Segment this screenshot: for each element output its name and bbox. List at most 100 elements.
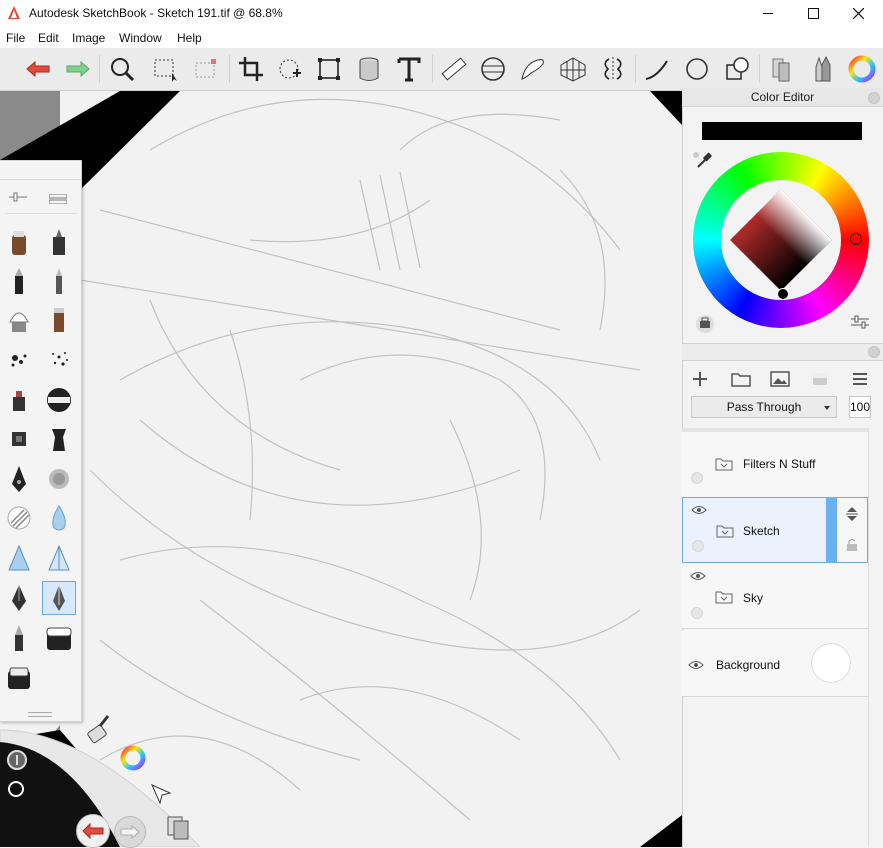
unlock-icon[interactable] <box>846 538 858 552</box>
chess-stamp-brush-icon[interactable] <box>42 422 76 456</box>
layer-row-filters[interactable]: Filters N Stuff <box>682 432 868 498</box>
brush-size-puck[interactable] <box>7 750 27 770</box>
blend-mode-select[interactable]: Pass Through <box>691 396 837 418</box>
smear-brush-icon[interactable] <box>2 541 36 575</box>
palette-resize-grip[interactable] <box>28 712 52 717</box>
perspective-transform-button[interactable] <box>312 52 346 86</box>
eye-icon[interactable] <box>691 505 707 515</box>
minimize-icon <box>763 13 773 14</box>
ballpoint-brush-icon[interactable] <box>2 265 36 299</box>
current-color-swatch[interactable] <box>702 122 862 140</box>
blur-brush-icon[interactable] <box>42 501 76 535</box>
ellipse-tool-button[interactable] <box>680 52 714 86</box>
select-button[interactable] <box>149 52 183 86</box>
layer-visibility-dot[interactable] <box>691 607 703 619</box>
shape-tool-button[interactable] <box>720 52 754 86</box>
color-sliders-icon[interactable] <box>851 315 869 332</box>
layer-editor-header[interactable] <box>682 343 883 361</box>
marker-brush-icon[interactable] <box>2 226 36 260</box>
nib-pen-brush-icon[interactable] <box>2 462 36 496</box>
menu-window[interactable]: Window <box>119 31 162 45</box>
fill-bucket-button[interactable] <box>352 52 386 86</box>
layer-row-background[interactable]: Background <box>682 630 868 697</box>
airbrush-round-icon[interactable] <box>42 383 76 417</box>
lagoon-brush-icon[interactable] <box>86 714 112 747</box>
toolbar-separator <box>99 55 100 83</box>
lagoon-select-icon[interactable] <box>149 782 173 809</box>
lagoon-undo-button[interactable] <box>76 814 110 848</box>
sharpen-brush-icon[interactable] <box>42 541 76 575</box>
soft-brush-icon[interactable] <box>2 303 36 337</box>
background-color-swatch[interactable] <box>811 643 851 683</box>
menu-image[interactable]: Image <box>72 31 105 45</box>
brushes-button[interactable] <box>804 52 838 86</box>
pencil-brush-icon[interactable] <box>42 265 76 299</box>
add-image-icon[interactable] <box>770 371 790 390</box>
menu-help[interactable]: Help <box>177 31 202 45</box>
crop-button[interactable] <box>234 52 268 86</box>
opacity-field[interactable]: 100 <box>849 396 871 418</box>
inking-pen-brush-icon[interactable] <box>42 226 76 260</box>
color-printer-icon[interactable] <box>695 314 715 337</box>
menu-file[interactable]: File <box>6 31 25 45</box>
lagoon-layers-icon[interactable] <box>166 815 192 844</box>
lagoon-redo-button[interactable] <box>114 816 146 848</box>
undo-button[interactable] <box>21 52 55 86</box>
eye-icon[interactable] <box>690 571 706 581</box>
technical-pen-brush-icon[interactable] <box>42 581 76 615</box>
ruler-button[interactable] <box>437 52 471 86</box>
stroke-tool-button[interactable] <box>640 52 674 86</box>
layer-editor-close-dot[interactable] <box>868 346 880 358</box>
zoom-icon <box>111 58 135 82</box>
airbrush-icon[interactable] <box>2 383 36 417</box>
eraser-brush-icon[interactable] <box>2 661 36 695</box>
menu-edit[interactable]: Edit <box>38 31 59 45</box>
brush-library-icon[interactable] <box>48 193 68 207</box>
text-button[interactable] <box>392 52 426 86</box>
color-editor-close-dot[interactable] <box>868 92 880 104</box>
eye-icon[interactable] <box>688 660 704 670</box>
add-layer-icon[interactable] <box>692 371 708 390</box>
reorder-layer-icon[interactable] <box>846 506 858 522</box>
splatter-brush-icon[interactable] <box>2 343 36 377</box>
speckle-brush-icon[interactable] <box>42 343 76 377</box>
zoom-button[interactable] <box>105 52 139 86</box>
maximize-button[interactable] <box>790 0 836 27</box>
gradient-eraser-icon[interactable] <box>42 621 76 655</box>
palette-drag-handle[interactable] <box>0 161 81 180</box>
ellipse-guide-button[interactable] <box>476 52 510 86</box>
layer-menu-icon[interactable] <box>852 372 868 389</box>
fine-liner-brush-icon[interactable] <box>2 621 36 655</box>
color-wheel[interactable] <box>693 152 869 328</box>
hatch-brush-icon[interactable] <box>2 501 36 535</box>
layer-row-sky[interactable]: Sky <box>682 563 868 629</box>
french-curve-button[interactable] <box>516 52 550 86</box>
lagoon-color-wheel-icon[interactable] <box>119 744 147 775</box>
brush-properties-icon[interactable] <box>9 191 27 206</box>
layer-list-scrollbar[interactable] <box>868 428 883 847</box>
square-stamp-brush-icon[interactable] <box>2 422 36 456</box>
layer-visibility-dot[interactable] <box>692 540 704 552</box>
layer-visibility-dot[interactable] <box>691 472 703 484</box>
perspective-grid-button[interactable] <box>556 52 590 86</box>
hue-marker[interactable] <box>850 233 862 245</box>
symmetry-button[interactable] <box>596 52 630 86</box>
close-button[interactable] <box>835 0 881 27</box>
calligraphy-pen-brush-icon[interactable] <box>2 581 36 615</box>
color-puck[interactable] <box>8 781 24 797</box>
window-title: Autodesk SketchBook - Sketch 191.tif @ 6… <box>29 6 283 20</box>
transform-select-button[interactable] <box>189 52 223 86</box>
redo-button[interactable] <box>61 52 95 86</box>
color-wheel-button[interactable] <box>845 52 879 86</box>
text-icon <box>397 57 421 82</box>
clear-layer-icon[interactable] <box>811 371 829 390</box>
minimize-button[interactable] <box>745 0 791 27</box>
folder-icon <box>715 591 733 604</box>
texture-brush-icon[interactable] <box>42 462 76 496</box>
color-marker[interactable] <box>777 288 789 300</box>
distort-button[interactable] <box>273 52 307 86</box>
chevron-down-icon <box>824 406 830 410</box>
flat-brush-icon[interactable] <box>42 303 76 337</box>
copic-button[interactable] <box>764 52 798 86</box>
add-group-icon[interactable] <box>731 371 751 390</box>
